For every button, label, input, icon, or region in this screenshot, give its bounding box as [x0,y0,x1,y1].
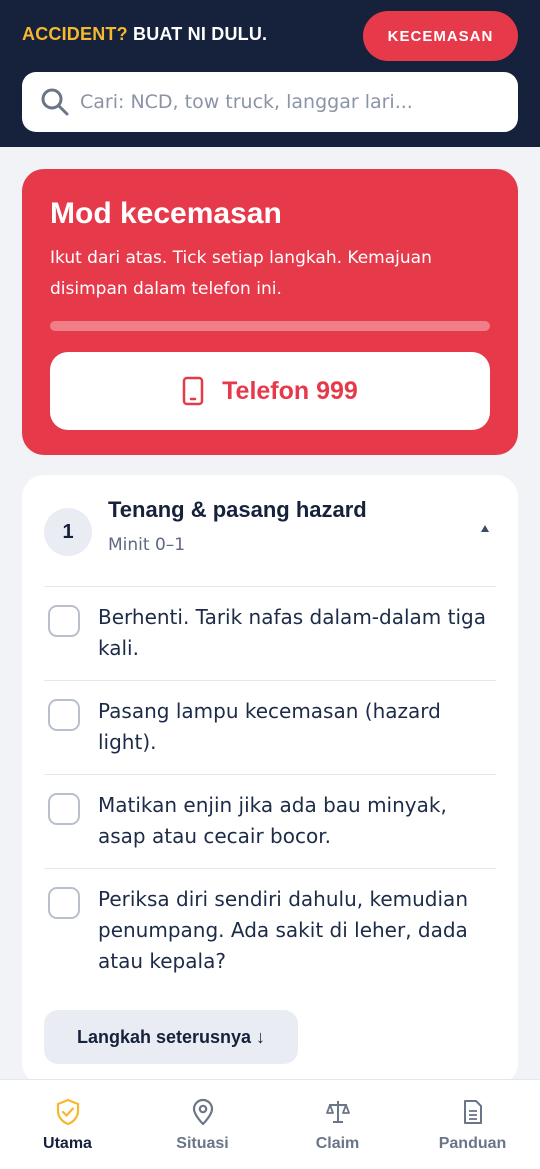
checkbox[interactable] [48,699,80,731]
checklist-item[interactable]: Berhenti. Tarik nafas dalam-dalam tiga k… [44,586,496,680]
collapse-caret-icon[interactable] [481,525,489,532]
emergency-description: Ikut dari atas. Tick setiap langkah. Kem… [50,248,432,299]
search-input[interactable] [80,91,500,113]
checklist-item-text: Periksa diri sendiri dahulu, kemudian pe… [98,887,468,973]
step-checklist: Berhenti. Tarik nafas dalam-dalam tiga k… [44,586,496,992]
phone-icon [182,376,204,406]
checklist-item[interactable]: Periksa diri sendiri dahulu, kemudian pe… [44,868,496,992]
header-tagline: ACCIDENT? BUAT NI DULU. [22,24,267,45]
tab-situasi[interactable]: Situasi [135,1080,270,1169]
tab-claim[interactable]: Claim [270,1080,405,1169]
tab-panduan[interactable]: Panduan [405,1080,540,1169]
emergency-button[interactable]: KECEMASAN [363,11,518,61]
map-pin-icon [192,1098,213,1126]
document-icon [463,1100,482,1124]
emergency-title: Mod kecemasan [50,197,282,230]
checklist-item-text: Pasang lampu kecemasan (hazard light). [98,699,441,754]
step-title[interactable]: Tenang & pasang hazard [108,497,367,523]
checklist-item[interactable]: Pasang lampu kecemasan (hazard light). [44,680,496,774]
tab-label: Claim [315,1135,360,1152]
scale-icon [325,1101,350,1123]
checkbox[interactable] [48,605,80,637]
checkbox[interactable] [48,793,80,825]
step-card: 1 Tenang & pasang hazard Minit 0–1 Berhe… [22,475,518,1085]
tagline-accent: ACCIDENT? [22,24,128,44]
call-button-label: Telefon 999 [222,376,358,405]
next-step-button[interactable]: Langkah seterusnya ↓ [44,1010,298,1064]
app-header: ACCIDENT? BUAT NI DULU. KECEMASAN [0,0,540,147]
tab-utama[interactable]: Utama [0,1080,135,1169]
search-bar[interactable] [22,72,518,132]
tab-label: Panduan [438,1135,507,1152]
tab-label: Utama [43,1135,92,1152]
checklist-item[interactable]: Matikan enjin jika ada bau minyak, asap … [44,774,496,868]
step-number-badge: 1 [44,508,92,556]
emergency-mode-card: Mod kecemasan Ikut dari atas. Tick setia… [22,169,518,455]
tagline-rest: BUAT NI DULU. [127,24,268,44]
tab-label: Situasi [176,1135,229,1152]
bottom-tab-bar: Utama Situasi Claim Panduan [0,1079,540,1169]
shield-check-icon [56,1098,79,1126]
search-icon [41,88,69,116]
checklist-item-text: Matikan enjin jika ada bau minyak, asap … [98,793,447,848]
checkbox[interactable] [48,887,80,919]
progress-bar [50,321,490,331]
call-999-button[interactable]: Telefon 999 [50,352,490,430]
step-subtitle: Minit 0–1 [108,535,186,555]
checklist-item-text: Berhenti. Tarik nafas dalam-dalam tiga k… [98,605,486,660]
